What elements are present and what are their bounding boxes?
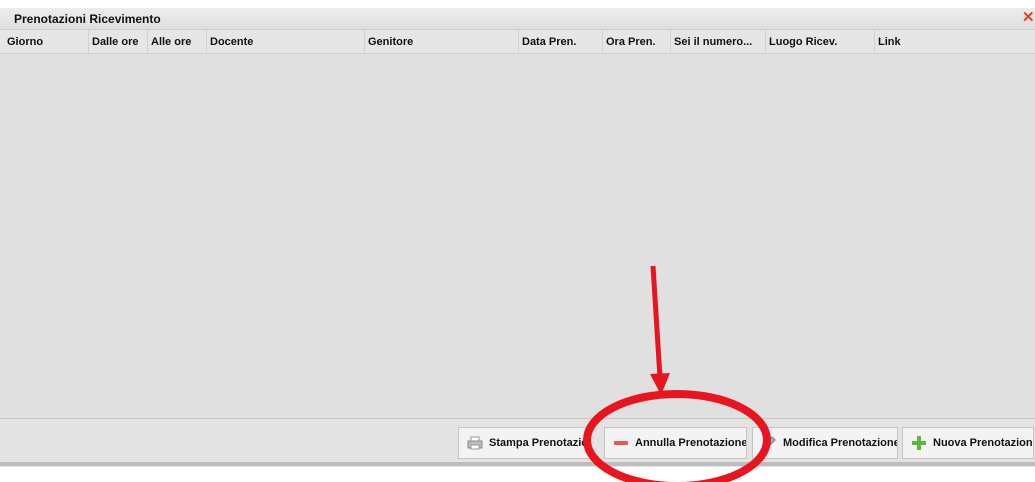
- annotation-overlay: [583, 265, 771, 482]
- annotation-circle: [583, 390, 771, 482]
- annotation-arrow-shaft: [650, 265, 663, 379]
